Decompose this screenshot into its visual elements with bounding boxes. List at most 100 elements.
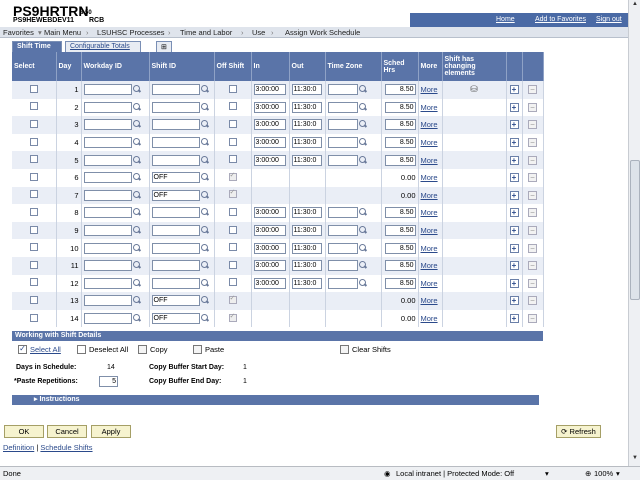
row-select-checkbox[interactable]	[29, 155, 38, 164]
shift-id-input[interactable]	[151, 260, 200, 272]
lookup-icon[interactable]	[132, 85, 142, 94]
off-shift-checkbox[interactable]	[228, 260, 237, 269]
lookup-icon[interactable]	[358, 243, 368, 253]
off-shift-checkbox[interactable]	[228, 84, 237, 93]
add-row-button[interactable]: +	[509, 138, 519, 148]
workday-id-input[interactable]	[83, 242, 132, 254]
workday-id-input[interactable]	[83, 101, 132, 113]
add-row-button[interactable]: +	[509, 102, 519, 112]
delete-row-button[interactable]: −	[528, 155, 537, 165]
lookup-icon[interactable]	[200, 138, 210, 147]
time-zone-input[interactable]	[327, 225, 358, 237]
sched-hrs-input[interactable]: 8.50	[384, 137, 416, 149]
workday-id-input[interactable]	[83, 189, 132, 201]
in-time-input[interactable]: 3:00:00	[253, 101, 286, 113]
workday-id-input[interactable]	[83, 260, 132, 272]
shift-id-input[interactable]	[151, 154, 200, 166]
more-link[interactable]: More	[421, 191, 438, 200]
lookup-icon[interactable]	[200, 314, 210, 323]
changing-elements-icon[interactable]: ⛁	[470, 84, 478, 94]
add-row-button[interactable]: +	[509, 243, 519, 253]
deselect-all-button[interactable]: Deselect All	[77, 345, 128, 354]
lookup-icon[interactable]	[200, 226, 210, 235]
more-link[interactable]: More	[421, 261, 438, 270]
clear-shifts-button[interactable]: Clear Shifts	[340, 345, 391, 354]
in-time-input[interactable]: 3:00:00	[253, 225, 286, 237]
shift-id-input[interactable]: OFF	[151, 189, 200, 201]
nav-assign-work-schedule[interactable]: Assign Work Schedule	[285, 28, 360, 37]
workday-id-input[interactable]	[83, 137, 132, 149]
sched-hrs-input[interactable]: 8.50	[384, 84, 416, 96]
schedule-shifts-link[interactable]: Schedule Shifts	[40, 443, 92, 452]
workday-id-input[interactable]	[83, 119, 132, 131]
scroll-up-icon[interactable]: ▲	[630, 1, 640, 11]
nav-lsuhsc-processes[interactable]: LSUHSC Processes	[97, 28, 165, 37]
delete-row-button[interactable]: −	[528, 261, 537, 271]
lookup-icon[interactable]	[358, 155, 368, 165]
add-row-button[interactable]: +	[509, 226, 519, 236]
out-time-input[interactable]: 11:30:0	[291, 277, 322, 289]
select-all-button[interactable]: ✓ Select All	[18, 345, 61, 354]
shift-id-input[interactable]: OFF	[151, 295, 200, 307]
in-time-input[interactable]: 3:00:00	[253, 84, 286, 96]
delete-row-button[interactable]: −	[528, 85, 537, 95]
off-shift-checkbox[interactable]	[228, 243, 237, 252]
more-link[interactable]: More	[421, 314, 438, 323]
more-link[interactable]: More	[421, 85, 438, 94]
sign-out-link[interactable]: Sign out	[596, 16, 622, 23]
lookup-icon[interactable]	[132, 226, 142, 235]
lookup-icon[interactable]	[200, 120, 210, 129]
in-time-input[interactable]: 3:00:00	[253, 207, 286, 219]
off-shift-checkbox[interactable]	[228, 207, 237, 216]
delete-row-button[interactable]: −	[528, 314, 537, 324]
time-zone-input[interactable]	[327, 154, 358, 166]
delete-row-button[interactable]: −	[528, 278, 537, 288]
lookup-icon[interactable]	[200, 173, 210, 182]
delete-row-button[interactable]: −	[528, 226, 537, 236]
time-zone-input[interactable]	[327, 277, 358, 289]
workday-id-input[interactable]	[83, 172, 132, 184]
lookup-icon[interactable]	[132, 155, 142, 165]
more-link[interactable]: More	[421, 156, 438, 165]
add-favorites-link[interactable]: Add to Favorites	[535, 16, 586, 23]
more-link[interactable]: More	[421, 103, 438, 112]
delete-row-button[interactable]: −	[528, 208, 537, 218]
more-link[interactable]: More	[421, 173, 438, 182]
shift-id-input[interactable]	[151, 242, 200, 254]
lookup-icon[interactable]	[200, 155, 210, 165]
row-select-checkbox[interactable]	[29, 137, 38, 146]
sched-hrs-input[interactable]: 8.50	[384, 242, 416, 254]
row-select-checkbox[interactable]	[29, 225, 38, 234]
row-select-checkbox[interactable]	[29, 260, 38, 269]
lookup-icon[interactable]	[358, 278, 368, 288]
workday-id-input[interactable]	[83, 277, 132, 289]
in-time-input[interactable]: 3:00:00	[253, 242, 286, 254]
lookup-icon[interactable]	[200, 190, 210, 200]
add-row-button[interactable]: +	[509, 190, 519, 200]
sched-hrs-input[interactable]: 8.50	[384, 225, 416, 237]
lookup-icon[interactable]	[132, 208, 142, 217]
lookup-icon[interactable]	[358, 85, 368, 94]
delete-row-button[interactable]: −	[528, 173, 537, 183]
off-shift-checkbox[interactable]	[228, 155, 237, 164]
nav-main-menu[interactable]: Main Menu	[44, 28, 81, 37]
nav-use[interactable]: Use	[252, 28, 265, 37]
lookup-icon[interactable]	[132, 138, 142, 147]
row-select-checkbox[interactable]	[29, 207, 38, 216]
shift-id-input[interactable]	[151, 225, 200, 237]
lookup-icon[interactable]	[132, 261, 142, 270]
row-select-checkbox[interactable]	[29, 84, 38, 93]
out-time-input[interactable]: 11:30:0	[291, 137, 322, 149]
lookup-icon[interactable]	[358, 120, 368, 129]
sched-hrs-input[interactable]: 8.50	[384, 101, 416, 113]
out-time-input[interactable]: 11:30:0	[291, 101, 322, 113]
add-row-button[interactable]: +	[509, 261, 519, 271]
more-link[interactable]: More	[421, 296, 438, 305]
lookup-icon[interactable]	[358, 138, 368, 147]
time-zone-input[interactable]	[327, 207, 358, 219]
lookup-icon[interactable]	[132, 314, 142, 323]
lookup-icon[interactable]	[200, 261, 210, 270]
sched-hrs-input[interactable]: 8.50	[384, 154, 416, 166]
add-row-button[interactable]: +	[509, 314, 519, 324]
more-link[interactable]: More	[421, 226, 438, 235]
